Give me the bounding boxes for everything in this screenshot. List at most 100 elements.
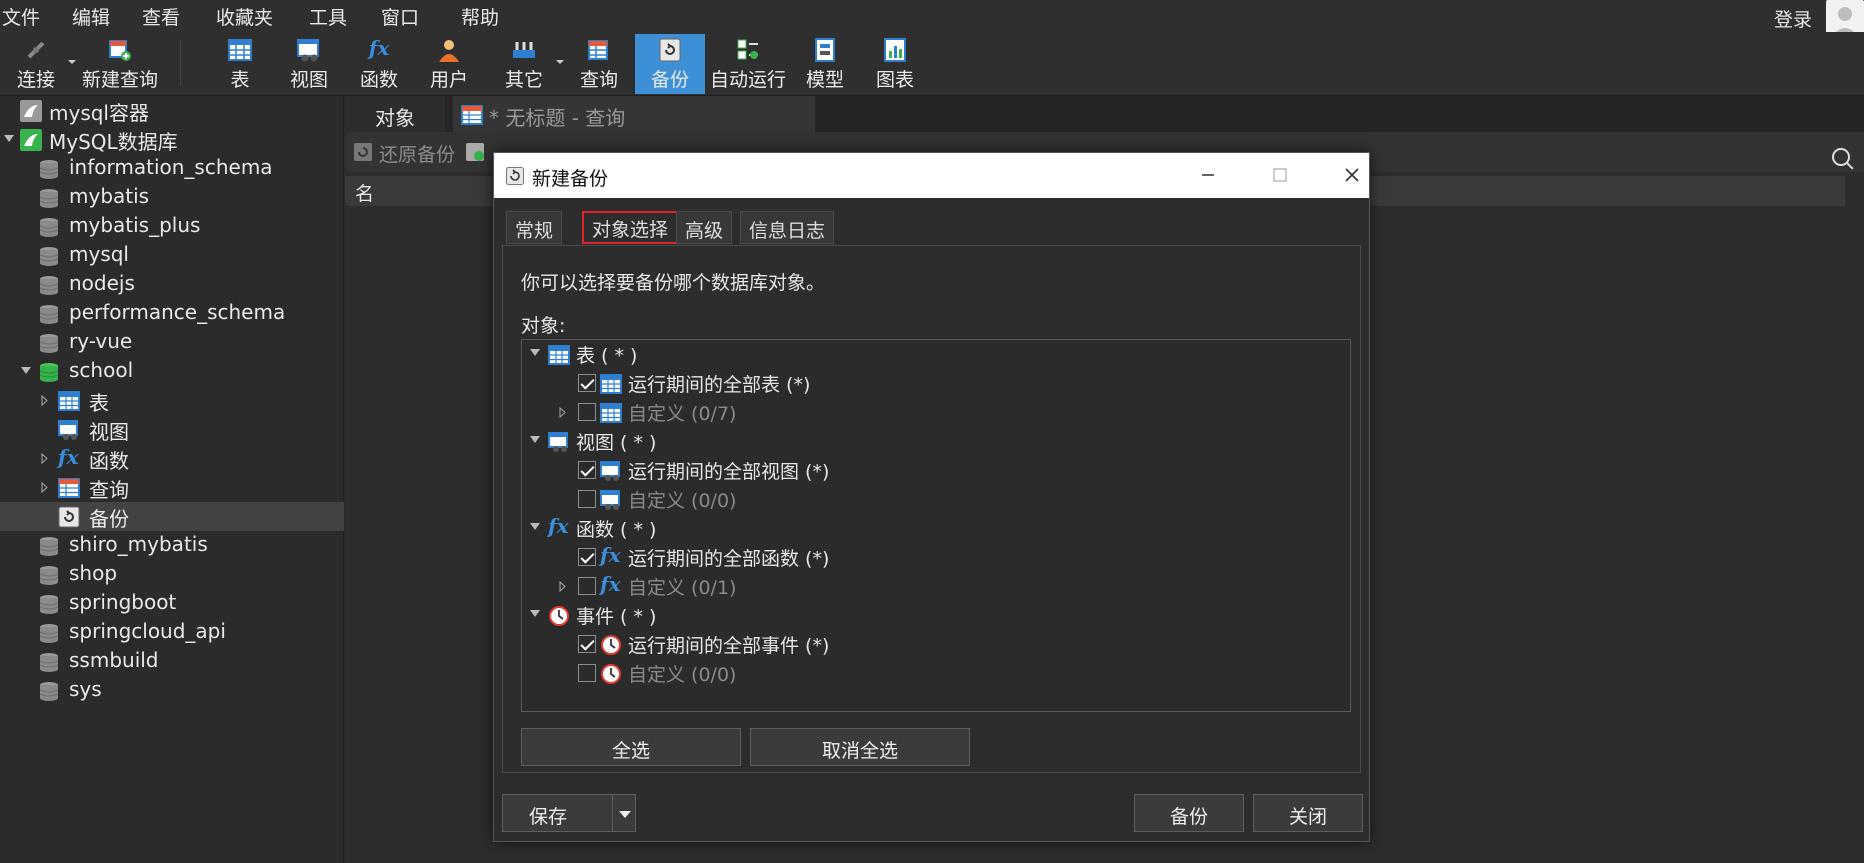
save-button[interactable]: 保存 xyxy=(502,794,614,832)
tree-item-tables[interactable]: 表 xyxy=(0,386,344,415)
tree-item-backups[interactable]: 备份 xyxy=(0,502,344,531)
user-button[interactable]: 用户 xyxy=(424,34,474,94)
restore-backup-button[interactable]: 还原备份 xyxy=(379,140,455,167)
tree-item-mysql-container[interactable]: mysql容器 xyxy=(0,96,344,125)
tree-item-database[interactable]: springboot xyxy=(0,589,344,618)
function-icon: fx xyxy=(600,543,621,567)
menu-favorites[interactable]: 收藏夹 xyxy=(216,3,273,30)
backup-icon xyxy=(659,38,681,62)
new-query-button[interactable]: 新建查询 xyxy=(80,34,160,94)
connect-button[interactable]: 连接 xyxy=(6,34,66,94)
function-button[interactable]: fx 函数 xyxy=(354,34,404,94)
backup-run-button[interactable]: 备份 xyxy=(1134,794,1244,832)
menu-window[interactable]: 窗口 xyxy=(381,3,419,30)
tree-item-database[interactable]: springcloud_api xyxy=(0,618,344,647)
tab-general[interactable]: 常规 xyxy=(506,211,563,244)
tree-item-queries[interactable]: 查询 xyxy=(0,473,344,502)
menu-help[interactable]: 帮助 xyxy=(461,3,499,30)
tree-item-database[interactable]: shop xyxy=(0,560,344,589)
restore-icon xyxy=(354,143,372,161)
backup-label: 备份 xyxy=(650,69,689,91)
other-button[interactable]: 其它 xyxy=(498,34,550,94)
tree-item-database[interactable]: information_schema xyxy=(0,154,344,183)
object-tree: 表 ( * ) 运行期间的全部表 (*) 自定义 (0/7) 视图 ( * ) xyxy=(521,339,1351,712)
view-button[interactable]: 视图 xyxy=(284,34,334,94)
collapse-icon[interactable] xyxy=(530,349,540,356)
minimize-button[interactable] xyxy=(1188,159,1228,191)
tree-item-database[interactable]: ssmbuild xyxy=(0,647,344,676)
menu-file[interactable]: 文件 xyxy=(2,3,40,30)
chart-button[interactable]: 图表 xyxy=(870,34,920,94)
view-icon xyxy=(600,461,620,481)
tab-objects[interactable]: 对象 xyxy=(345,96,445,132)
login-link[interactable]: 登录 xyxy=(1774,5,1812,32)
tree-item-database[interactable]: mybatis xyxy=(0,183,344,212)
custom-events-checkbox[interactable] xyxy=(578,664,596,682)
tree-item-database[interactable]: ry-vue xyxy=(0,328,344,357)
collapse-icon[interactable] xyxy=(530,436,540,443)
tab-object-selection[interactable]: 对象选择 xyxy=(582,211,679,244)
tab-bar: 对象 * 无标题 - 查询 xyxy=(345,96,1864,132)
tab-untitled-query[interactable]: * 无标题 - 查询 xyxy=(453,96,815,132)
new-backup-icon[interactable] xyxy=(465,142,485,162)
expand-icon[interactable] xyxy=(559,407,567,418)
autorun-label: 自动运行 xyxy=(709,69,786,91)
expand-icon[interactable] xyxy=(41,453,49,464)
objects-label: 对象: xyxy=(521,315,566,337)
maximize-button[interactable] xyxy=(1260,159,1300,191)
database-icon xyxy=(39,247,59,266)
tree-item-views[interactable]: 视图 xyxy=(0,415,344,444)
dialog-titlebar[interactable]: 新建备份 xyxy=(494,153,1369,198)
menu-edit[interactable]: 编辑 xyxy=(72,3,110,30)
model-label: 模型 xyxy=(805,69,844,91)
other-dropdown-icon[interactable] xyxy=(556,60,564,64)
expand-icon[interactable] xyxy=(559,581,567,592)
tree-item-database[interactable]: performance_schema xyxy=(0,299,344,328)
tree-item-database[interactable]: shiro_mybatis xyxy=(0,531,344,560)
all-tables-checkbox[interactable] xyxy=(578,374,596,392)
backup-button[interactable]: 备份 xyxy=(635,34,705,94)
menu-view[interactable]: 查看 xyxy=(142,3,180,30)
tree-item-school[interactable]: school xyxy=(0,357,344,386)
collapse-icon[interactable] xyxy=(21,367,31,374)
tab-advanced[interactable]: 高级 xyxy=(676,211,733,244)
all-events-checkbox[interactable] xyxy=(578,635,596,653)
table-icon xyxy=(228,39,252,61)
tree-item-database[interactable]: mysql xyxy=(0,241,344,270)
tree-item-mysql-db[interactable]: MySQL数据库 xyxy=(0,125,344,154)
autorun-button[interactable]: 自动运行 xyxy=(708,34,788,94)
query-icon xyxy=(58,478,80,498)
tree-item-database[interactable]: mybatis_plus xyxy=(0,212,344,241)
close-button[interactable]: 关闭 xyxy=(1253,794,1363,832)
save-dropdown-button[interactable] xyxy=(612,794,636,832)
table-icon xyxy=(600,374,622,394)
all-functions-checkbox[interactable] xyxy=(578,548,596,566)
collapse-icon[interactable] xyxy=(4,135,14,142)
query-button[interactable]: 查询 xyxy=(574,34,624,94)
custom-functions-checkbox[interactable] xyxy=(578,577,596,595)
table-button[interactable]: 表 xyxy=(220,34,260,94)
custom-views-checkbox[interactable] xyxy=(578,490,596,508)
autorun-icon xyxy=(737,39,758,60)
select-all-button[interactable]: 全选 xyxy=(521,728,741,766)
close-window-button[interactable] xyxy=(1332,159,1372,191)
collapse-icon[interactable] xyxy=(530,523,540,530)
collapse-icon[interactable] xyxy=(530,610,540,617)
menu-tools[interactable]: 工具 xyxy=(309,3,347,30)
tree-item-database[interactable]: nodejs xyxy=(0,270,344,299)
custom-tables-checkbox[interactable] xyxy=(578,403,596,421)
view-icon xyxy=(58,420,78,440)
search-icon[interactable] xyxy=(1832,148,1850,166)
expand-icon[interactable] xyxy=(41,395,49,406)
query-icon xyxy=(461,105,483,125)
model-button[interactable]: 模型 xyxy=(800,34,850,94)
deselect-all-button[interactable]: 取消全选 xyxy=(750,728,970,766)
minimize-icon xyxy=(1202,174,1214,176)
connect-dropdown-icon[interactable] xyxy=(68,60,76,64)
tree-item-functions[interactable]: fx 函数 xyxy=(0,444,344,473)
tree-item-database[interactable]: sys xyxy=(0,676,344,705)
expand-icon[interactable] xyxy=(41,482,49,493)
tab-info-log[interactable]: 信息日志 xyxy=(740,211,835,244)
function-icon: fx xyxy=(548,514,569,538)
all-views-checkbox[interactable] xyxy=(578,461,596,479)
